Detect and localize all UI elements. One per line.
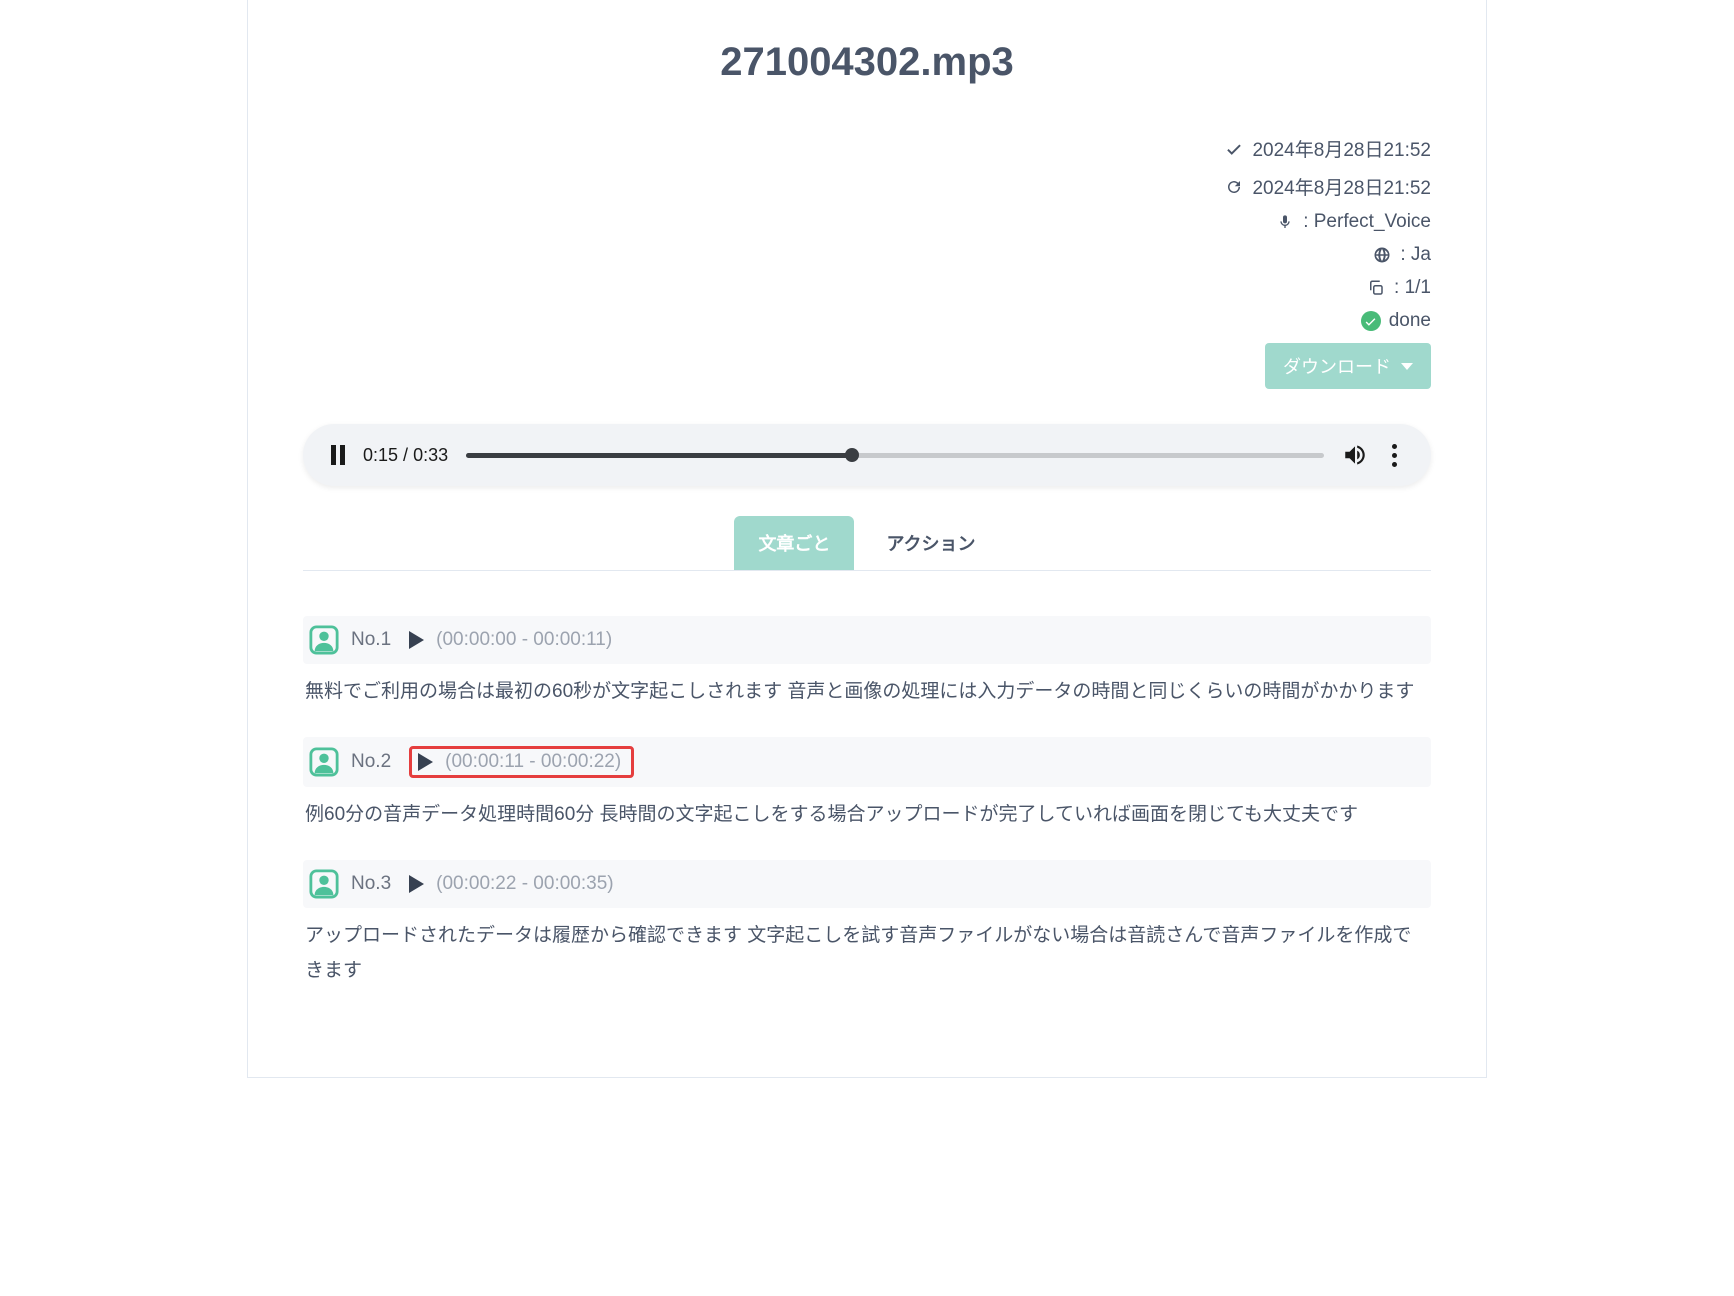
segment-number: No.2 [351,751,391,773]
segment-header: No.2 (00:00:11 - 00:00:22) [303,737,1431,787]
highlighted-segment-control[interactable]: (00:00:11 - 00:00:22) [409,746,634,778]
tab-by-sentence[interactable]: 文章ごと [734,516,854,570]
check-icon [1224,140,1244,158]
meta-status: done [303,310,1431,332]
segment-text: アップロードされたデータは履歴から確認できます 文字起こしを試す音声ファイルがな… [303,908,1431,988]
tab-action[interactable]: アクション [862,516,999,570]
play-icon[interactable] [409,631,424,649]
refresh-icon [1224,178,1244,196]
segment-time: (00:00:22 - 00:00:35) [436,873,613,895]
meta-pages-value: : 1/1 [1394,277,1431,299]
segment: No.1 (00:00:00 - 00:00:11) 無料でご利用の場合は最初の60… [303,616,1431,709]
meta-created: 2024年8月28日21:52 [303,135,1431,162]
segment-text: 無料でご利用の場合は最初の60秒が文字起こしされます 音声と画像の処理には入力デ… [303,664,1431,709]
segment-number: No.3 [351,873,391,895]
speaker-icon [309,747,339,777]
audio-player: 0:15 / 0:33 [303,424,1431,486]
segment-time: (00:00:11 - 00:00:22) [445,751,621,773]
tabs: 文章ごと アクション [303,516,1431,571]
segment: No.2 (00:00:11 - 00:00:22) 例60分の音声データ処理時間6… [303,737,1431,832]
player-total-time: 0:33 [413,445,448,465]
globe-icon [1372,246,1392,264]
play-icon[interactable] [418,753,433,771]
player-thumb[interactable] [845,448,859,462]
copy-icon [1366,279,1386,297]
segment-time: (00:00:00 - 00:00:11) [436,629,612,651]
segment-number: No.1 [351,629,391,651]
meta-status-value: done [1389,310,1431,332]
pause-button[interactable] [331,445,345,465]
meta-pages: : 1/1 [303,277,1431,299]
segment-header: No.1 (00:00:00 - 00:00:11) [303,616,1431,664]
meta-updated: 2024年8月28日21:52 [303,173,1431,200]
download-button-label: ダウンロード [1283,353,1391,379]
player-current-time: 0:15 [363,445,398,465]
player-time: 0:15 / 0:33 [363,445,448,466]
volume-button[interactable] [1342,442,1368,468]
meta-model: : Perfect_Voice [303,211,1431,233]
segment-header: No.3 (00:00:22 - 00:00:35) [303,860,1431,908]
check-circle-icon [1361,311,1381,331]
segment-control[interactable]: (00:00:00 - 00:00:11) [409,629,612,651]
page-title: 271004302.mp3 [303,40,1431,85]
download-button[interactable]: ダウンロード [1265,343,1431,389]
segments-list: No.1 (00:00:00 - 00:00:11) 無料でご利用の場合は最初の60… [303,616,1431,989]
more-button[interactable] [1386,444,1403,467]
segment: No.3 (00:00:22 - 00:00:35) アップロードされたデータは履歴… [303,860,1431,988]
segment-text: 例60分の音声データ処理時間60分 長時間の文字起こしをする場合アップロードが完… [303,787,1431,832]
speaker-icon [309,869,339,899]
speaker-icon [309,625,339,655]
player-progress [466,453,852,458]
meta-block: 2024年8月28日21:52 2024年8月28日21:52 : Perfec… [303,135,1431,389]
microphone-icon [1275,214,1295,230]
meta-updated-value: 2024年8月28日21:52 [1252,173,1431,200]
segment-control[interactable]: (00:00:22 - 00:00:35) [409,873,613,895]
chevron-down-icon [1401,363,1413,370]
player-seek-bar[interactable] [466,453,1324,458]
meta-model-value: : Perfect_Voice [1303,211,1431,233]
play-icon[interactable] [409,875,424,893]
meta-created-value: 2024年8月28日21:52 [1252,135,1431,162]
meta-language: : Ja [303,244,1431,266]
meta-language-value: : Ja [1400,244,1431,266]
